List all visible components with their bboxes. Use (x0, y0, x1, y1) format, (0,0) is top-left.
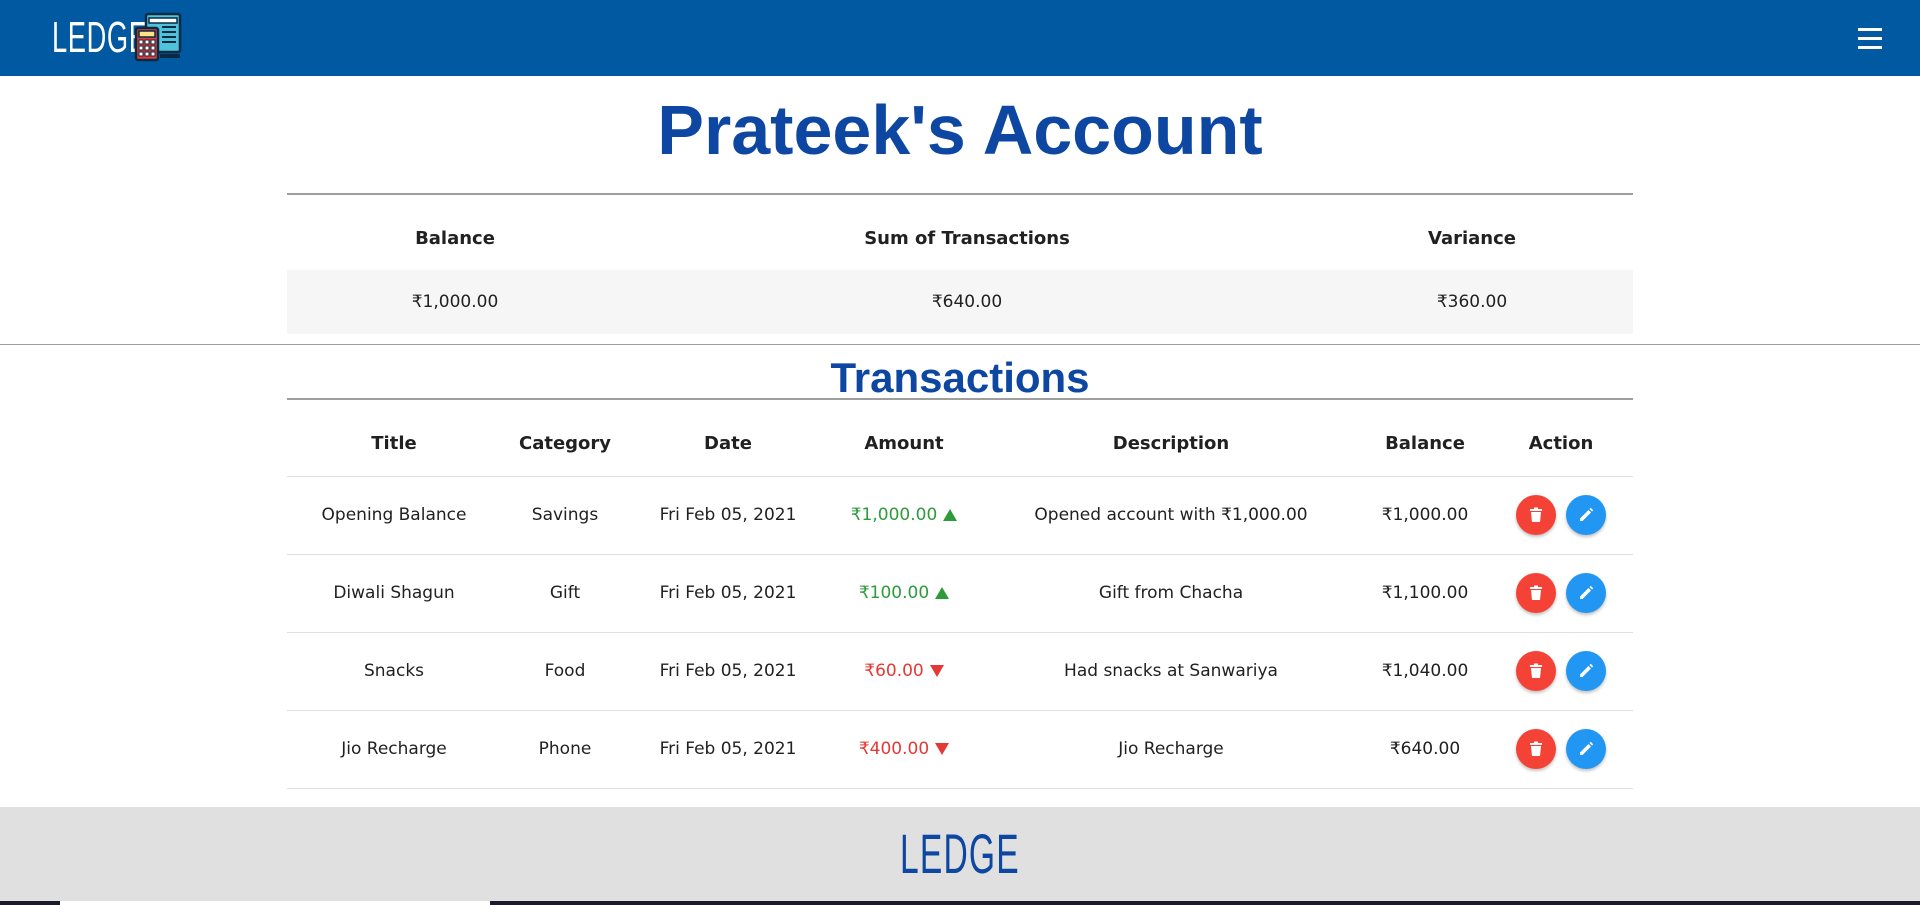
summary-value-row: ₹1,000.00 ₹640.00 ₹360.00 (287, 270, 1633, 334)
cell-amount: ₹400.00 (827, 710, 981, 789)
table-row: Opening Balance Savings Fri Feb 05, 2021 ₹1… (287, 476, 1633, 555)
cell-balance: ₹1,040.00 (1361, 632, 1489, 711)
cell-date: Fri Feb 05, 2021 (629, 632, 827, 711)
cell-category: Food (501, 632, 629, 711)
cell-balance: ₹1,100.00 (1361, 554, 1489, 633)
arrow-down-icon (935, 743, 950, 755)
hamburger-menu-icon[interactable] (1856, 20, 1884, 56)
cell-balance: ₹1,000.00 (1361, 476, 1489, 555)
col-action: Action (1489, 412, 1633, 477)
trash-icon (1529, 585, 1543, 601)
summary-sum-value: ₹640.00 (623, 270, 1311, 334)
trash-icon (1529, 663, 1543, 679)
cell-action (1489, 476, 1633, 555)
edit-button[interactable] (1566, 495, 1606, 535)
edit-button[interactable] (1566, 573, 1606, 613)
summary-variance-value: ₹360.00 (1311, 270, 1633, 334)
cell-date: Fri Feb 05, 2021 (629, 476, 827, 555)
cell-action (1489, 632, 1633, 711)
transactions-body: Opening Balance Savings Fri Feb 05, 2021 ₹1… (287, 476, 1633, 789)
section-divider (0, 344, 1920, 345)
cell-action (1489, 554, 1633, 633)
cell-title: Diwali Shagun (287, 554, 501, 633)
summary-balance-value: ₹1,000.00 (287, 270, 623, 334)
footer-brand: LEDGE (0, 821, 1920, 886)
cell-title: Snacks (287, 632, 501, 711)
brand-name: LEDGE (52, 13, 148, 62)
cell-date: Fri Feb 05, 2021 (629, 554, 827, 633)
edit-button[interactable] (1566, 729, 1606, 769)
calculator-ledger-icon (134, 12, 182, 62)
delete-button[interactable] (1516, 495, 1556, 535)
cell-description: Jio Recharge (981, 710, 1361, 789)
cell-amount: ₹100.00 (827, 554, 981, 633)
amount-value: ₹100.00 (858, 583, 930, 603)
transactions-header-row: Title Category Date Amount Description B… (287, 412, 1633, 477)
cell-action (1489, 710, 1633, 789)
pencil-icon (1578, 585, 1594, 601)
delete-button[interactable] (1516, 651, 1556, 691)
arrow-up-icon (943, 509, 958, 521)
summary-header-sum: Sum of Transactions (864, 227, 1070, 249)
cell-title: Opening Balance (287, 476, 501, 555)
trash-icon (1529, 741, 1543, 757)
page-title: Prateek's Account (657, 91, 1263, 169)
table-row: Snacks Food Fri Feb 05, 2021 ₹60.00 Had snac… (287, 632, 1633, 711)
cell-category: Savings (501, 476, 629, 555)
summary-header-balance: Balance (415, 227, 495, 249)
transactions-table: Title Category Date Amount Description B… (287, 412, 1633, 789)
cell-category: Gift (501, 554, 629, 633)
cell-title: Jio Recharge (287, 710, 501, 789)
footer: LEDGE (0, 807, 1920, 905)
cell-date: Fri Feb 05, 2021 (629, 710, 827, 789)
transactions-divider (287, 398, 1633, 400)
arrow-down-icon (929, 665, 944, 677)
transactions-heading: Transactions (830, 354, 1090, 401)
col-balance: Balance (1361, 412, 1489, 477)
edit-button[interactable] (1566, 651, 1606, 691)
account-summary-table: Balance Sum of Transactions Variance ₹1,… (287, 206, 1633, 334)
table-row: Diwali Shagun Gift Fri Feb 05, 2021 ₹100.00… (287, 554, 1633, 633)
cell-category: Phone (501, 710, 629, 789)
cell-amount: ₹1,000.00 (827, 476, 981, 555)
pencil-icon (1578, 741, 1594, 757)
col-title: Title (287, 412, 501, 477)
cell-amount: ₹60.00 (827, 632, 981, 711)
cell-description: Opened account with ₹1,000.00 (981, 476, 1361, 555)
cell-balance: ₹640.00 (1361, 710, 1489, 789)
pencil-icon (1578, 507, 1594, 523)
title-divider (287, 193, 1633, 195)
amount-value: ₹60.00 (864, 661, 924, 681)
brand-link[interactable]: LEDGE (52, 10, 182, 66)
pencil-icon (1578, 663, 1594, 679)
col-description: Description (981, 412, 1361, 477)
bottom-strip-segment (60, 901, 490, 905)
delete-button[interactable] (1516, 729, 1556, 769)
amount-value: ₹1,000.00 (850, 505, 938, 525)
cell-description: Had snacks at Sanwariya (981, 632, 1361, 711)
trash-icon (1529, 507, 1543, 523)
navbar: LEDGE (0, 0, 1920, 76)
bottom-strip (0, 901, 1920, 905)
table-row: Jio Recharge Phone Fri Feb 05, 2021 ₹400.00… (287, 710, 1633, 789)
cell-description: Gift from Chacha (981, 554, 1361, 633)
col-amount: Amount (827, 412, 981, 477)
footer-brand-name: LEDGE (900, 822, 1020, 885)
summary-header-variance: Variance (1428, 227, 1516, 249)
summary-header-row: Balance Sum of Transactions Variance (287, 206, 1633, 270)
col-date: Date (629, 412, 827, 477)
amount-value: ₹400.00 (858, 739, 930, 759)
delete-button[interactable] (1516, 573, 1556, 613)
arrow-up-icon (935, 587, 950, 599)
col-category: Category (501, 412, 629, 477)
